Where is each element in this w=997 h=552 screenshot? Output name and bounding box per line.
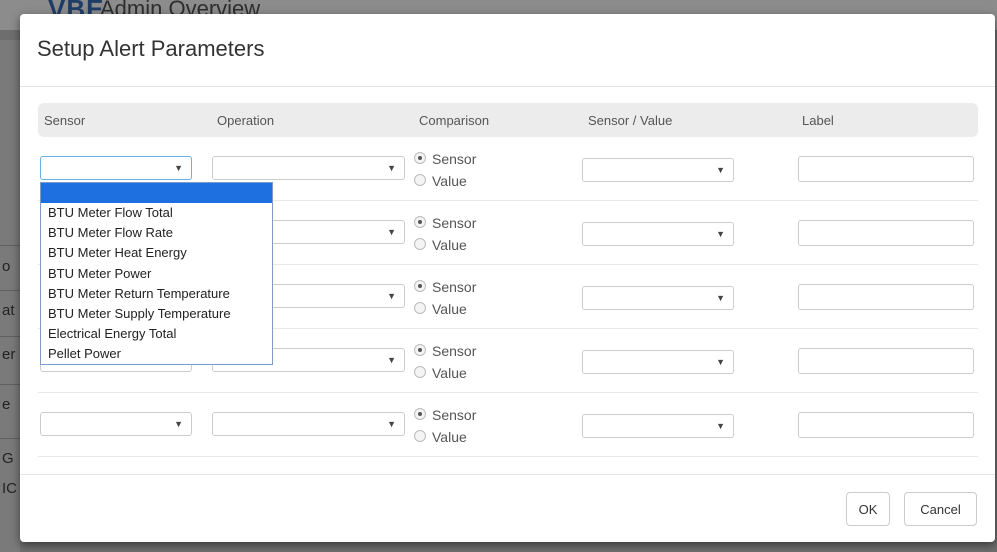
column-header-operation: Operation <box>217 113 275 128</box>
column-header-sensor-value: Sensor / Value <box>588 113 673 128</box>
radio-unselected-icon[interactable] <box>414 174 426 187</box>
sensor-select[interactable]: ▼ <box>40 412 192 436</box>
table-header: Sensor Operation Comparison Sensor / Val… <box>38 103 978 137</box>
radio-unselected-icon[interactable] <box>414 302 426 315</box>
dropdown-option[interactable]: BTU Meter Heat Energy <box>48 243 187 263</box>
row-divider <box>38 456 978 457</box>
radio-selected-icon[interactable] <box>414 280 426 293</box>
modal-footer-divider <box>20 474 995 475</box>
label-input[interactable] <box>798 348 974 374</box>
sensor-value-select[interactable]: ▼ <box>582 414 734 438</box>
dropdown-option[interactable]: Electrical Energy Total <box>48 324 176 344</box>
radio-label: Sensor <box>432 215 477 231</box>
comparison-radio-value[interactable]: Value <box>414 172 467 190</box>
radio-unselected-icon[interactable] <box>414 238 426 251</box>
comparison-radio-value[interactable]: Value <box>414 236 467 254</box>
radio-selected-icon[interactable] <box>414 152 426 165</box>
sensor-value-select[interactable]: ▼ <box>582 350 734 374</box>
background-divider <box>0 384 20 385</box>
background-divider <box>0 245 20 246</box>
label-input[interactable] <box>798 220 974 246</box>
background-divider <box>0 438 20 439</box>
radio-unselected-icon[interactable] <box>414 366 426 379</box>
sensor-value-select[interactable]: ▼ <box>582 286 734 310</box>
radio-label: Value <box>432 237 467 253</box>
column-header-sensor: Sensor <box>44 113 86 128</box>
dropdown-option[interactable]: BTU Meter Supply Temperature <box>48 304 231 324</box>
cancel-button[interactable]: Cancel <box>904 492 977 526</box>
label-input[interactable] <box>798 284 974 310</box>
chevron-down-icon: ▼ <box>716 229 725 239</box>
chevron-down-icon: ▼ <box>387 291 396 301</box>
radio-unselected-icon[interactable] <box>414 430 426 443</box>
dropdown-option[interactable]: BTU Meter Flow Total <box>48 203 173 223</box>
chevron-down-icon: ▼ <box>387 227 396 237</box>
dropdown-option[interactable]: BTU Meter Flow Rate <box>48 223 173 243</box>
radio-label: Value <box>432 301 467 317</box>
sensor-dropdown-list[interactable]: BTU Meter Flow Total BTU Meter Flow Rate B… <box>40 182 273 365</box>
background-sidebar-item: er <box>2 346 16 363</box>
chevron-down-icon: ▼ <box>387 419 396 429</box>
chevron-down-icon: ▼ <box>387 355 396 365</box>
radio-label: Sensor <box>432 151 477 167</box>
dropdown-option[interactable]: BTU Meter Power <box>48 264 151 284</box>
dropdown-option[interactable]: Pellet Power <box>48 344 121 364</box>
sensor-select[interactable]: ▼ <box>40 156 192 180</box>
chevron-down-icon: ▼ <box>174 163 183 173</box>
label-input[interactable] <box>798 156 974 182</box>
radio-label: Sensor <box>432 343 477 359</box>
chevron-down-icon: ▼ <box>716 293 725 303</box>
comparison-radio-value[interactable]: Value <box>414 364 467 382</box>
radio-selected-icon[interactable] <box>414 216 426 229</box>
background-sidebar-item: IC <box>2 480 17 497</box>
column-header-label: Label <box>802 113 834 128</box>
column-header-comparison: Comparison <box>419 113 490 128</box>
chevron-down-icon: ▼ <box>716 357 725 367</box>
modal-title: Setup Alert Parameters <box>37 36 265 61</box>
radio-label: Sensor <box>432 279 477 295</box>
operation-select[interactable]: ▼ <box>212 412 405 436</box>
chevron-down-icon: ▼ <box>716 421 725 431</box>
background-sidebar: o at er e G IC <box>0 40 20 552</box>
radio-selected-icon[interactable] <box>414 408 426 421</box>
operation-select[interactable]: ▼ <box>212 156 405 180</box>
background-sidebar-item: e <box>2 396 11 413</box>
radio-label: Value <box>432 365 467 381</box>
label-input[interactable] <box>798 412 974 438</box>
radio-label: Sensor <box>432 407 477 423</box>
radio-label: Value <box>432 173 467 189</box>
ok-button[interactable]: OK <box>846 492 890 526</box>
chevron-down-icon: ▼ <box>174 419 183 429</box>
comparison-radio-sensor[interactable]: Sensor <box>414 150 476 168</box>
sensor-value-select[interactable]: ▼ <box>582 158 734 182</box>
comparison-radio-value[interactable]: Value <box>414 300 467 318</box>
comparison-radio-sensor[interactable]: Sensor <box>414 342 476 360</box>
dropdown-highlighted-option[interactable] <box>41 183 272 203</box>
background-divider <box>0 336 20 337</box>
chevron-down-icon: ▼ <box>387 163 396 173</box>
comparison-radio-sensor[interactable]: Sensor <box>414 278 476 296</box>
background-sidebar-item: o <box>2 258 11 275</box>
dropdown-option[interactable]: BTU Meter Return Temperature <box>48 284 230 304</box>
row-divider <box>38 392 978 393</box>
comparison-radio-sensor[interactable]: Sensor <box>414 214 476 232</box>
setup-alert-modal: Setup Alert Parameters Sensor Operation … <box>20 14 995 542</box>
background-sidebar-item: G <box>2 450 14 467</box>
background-divider <box>0 290 20 291</box>
radio-selected-icon[interactable] <box>414 344 426 357</box>
radio-label: Value <box>432 429 467 445</box>
sensor-value-select[interactable]: ▼ <box>582 222 734 246</box>
chevron-down-icon: ▼ <box>716 165 725 175</box>
comparison-radio-value[interactable]: Value <box>414 428 467 446</box>
modal-header: Setup Alert Parameters <box>20 14 995 87</box>
background-sidebar-item: at <box>2 302 15 319</box>
comparison-radio-sensor[interactable]: Sensor <box>414 406 476 424</box>
